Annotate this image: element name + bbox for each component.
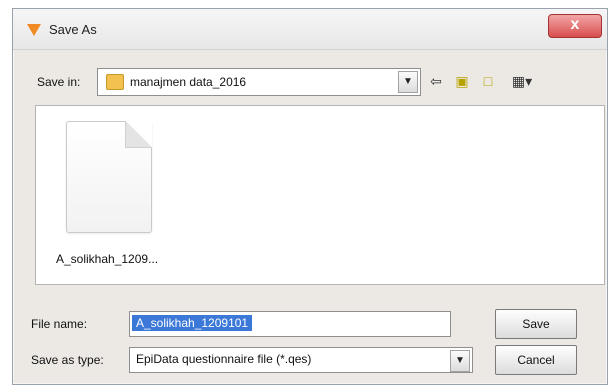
file-item-name: A_solikhah_1209... <box>56 252 159 266</box>
chevron-down-icon[interactable]: ▼ <box>398 71 418 93</box>
title-bar: Save As x <box>13 9 607 50</box>
file-list: A_solikhah_1209... <box>35 105 605 285</box>
dialog-title: Save As <box>49 22 97 37</box>
file-name-value: A_solikhah_1209101 <box>132 315 253 331</box>
cancel-button[interactable]: Cancel <box>495 345 577 375</box>
back-icon[interactable]: ⇦ <box>427 73 445 89</box>
save-button[interactable]: Save <box>495 309 577 339</box>
save-in-dropdown[interactable]: manajmen data_2016 ▼ <box>97 68 421 96</box>
up-folder-icon[interactable]: ▣ <box>453 73 471 89</box>
close-button[interactable]: x <box>548 14 602 38</box>
save-in-value: manajmen data_2016 <box>130 75 247 89</box>
save-in-label: Save in: <box>37 75 81 89</box>
save-as-type-dropdown[interactable]: EpiData questionnaire file (*.qes) ▼ <box>129 347 473 373</box>
file-name-label: File name: <box>31 317 88 331</box>
view-menu-icon[interactable]: ▦▾ <box>507 73 537 89</box>
document-icon <box>66 121 152 233</box>
app-icon <box>27 24 41 36</box>
file-name-input[interactable]: A_solikhah_1209101 <box>129 311 451 337</box>
chevron-down-icon[interactable]: ▼ <box>450 350 470 372</box>
save-as-type-label: Save as type: <box>31 353 104 367</box>
save-as-type-value: EpiData questionnaire file (*.qes) <box>136 352 312 366</box>
new-folder-icon[interactable]: □ <box>479 73 497 89</box>
save-as-dialog: Save As x Save in: manajmen data_2016 ▼ … <box>12 8 608 385</box>
folder-icon <box>106 74 124 90</box>
